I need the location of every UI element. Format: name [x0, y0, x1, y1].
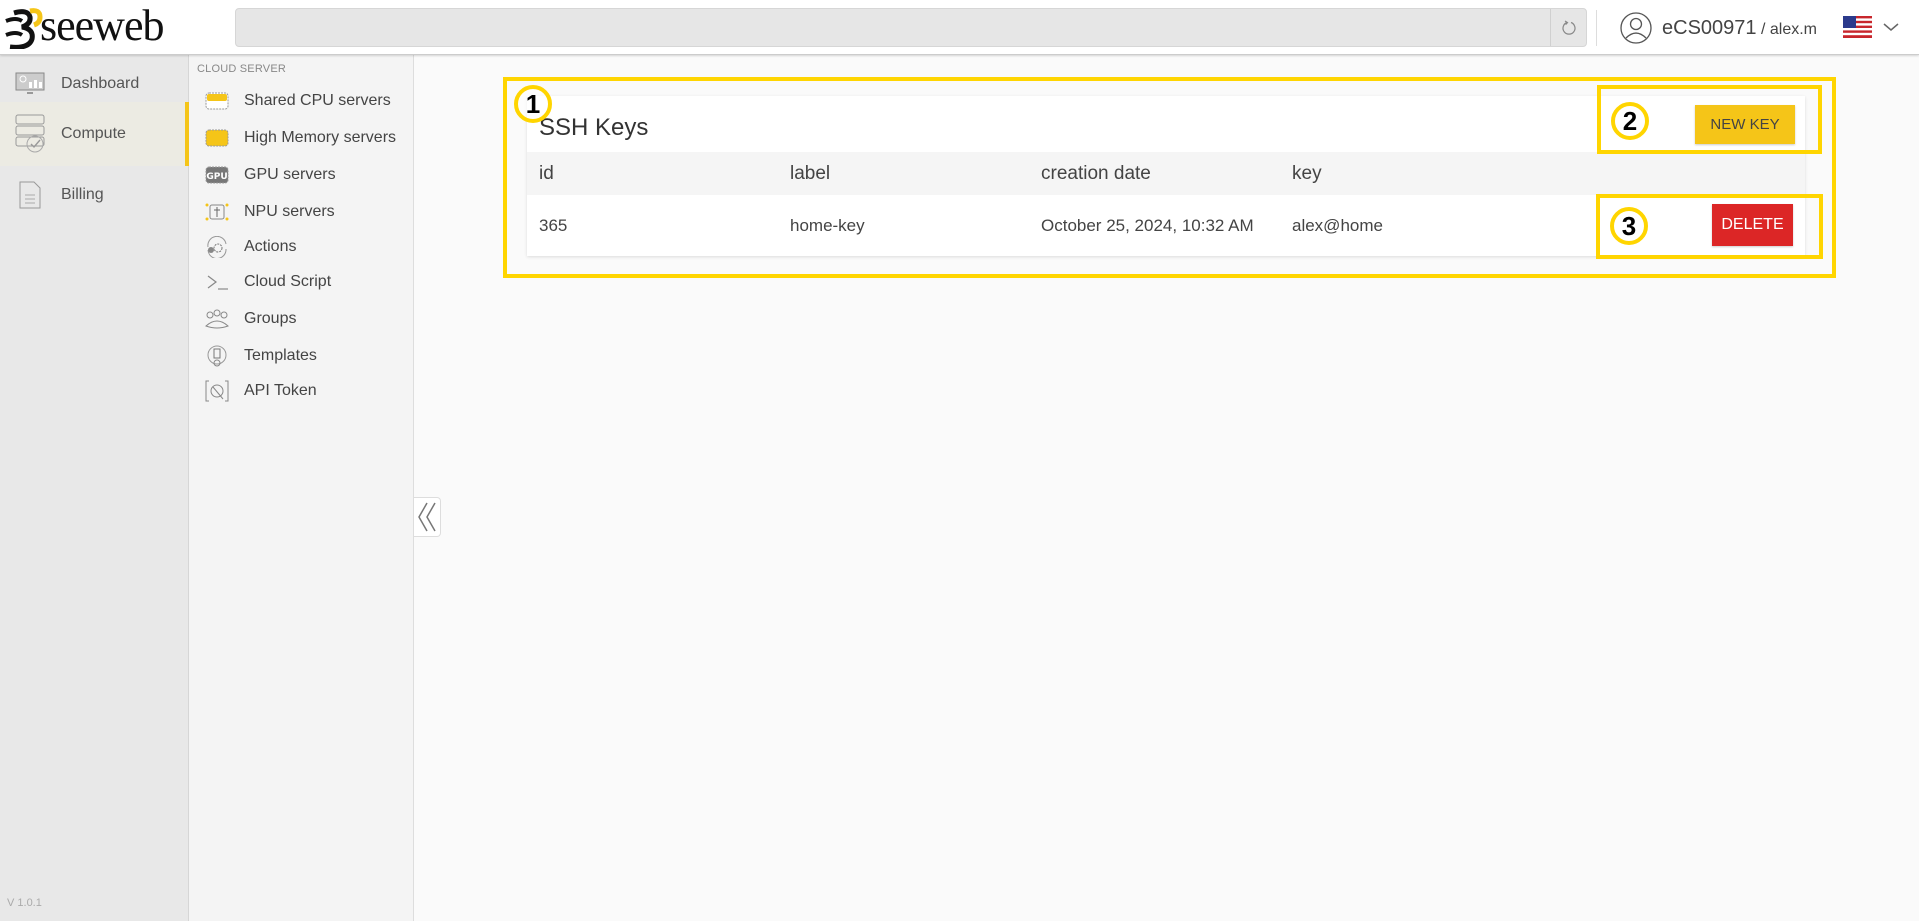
collapse-sidebar-button[interactable] [414, 497, 441, 537]
templates-icon [204, 344, 230, 368]
subnav-item-label: High Memory servers [244, 129, 397, 146]
search-bar[interactable] [235, 8, 1587, 47]
user-menu[interactable]: eCS00971 / alex.m [1620, 8, 1817, 48]
cell-id: 365 [539, 216, 568, 235]
sidebar-item-label: Compute [61, 125, 126, 142]
subnav-item-groups[interactable]: Groups [204, 304, 296, 334]
sidebar-item-label: Billing [61, 186, 104, 203]
subnav-item-shared-cpu[interactable]: Shared CPU servers [204, 86, 391, 116]
search-input[interactable] [236, 9, 1551, 46]
cell-label: home-key [790, 216, 865, 235]
sub-sidebar: CLOUD SERVER Shared CPU servers High Mem… [189, 55, 414, 921]
logo-mark-icon [5, 8, 43, 49]
table-row: 365 home-key October 25, 2024, 10:32 AM … [527, 195, 1805, 256]
subnav-item-label: NPU servers [244, 203, 335, 220]
double-chevron-left-icon [418, 502, 436, 532]
refresh-icon [1561, 19, 1576, 35]
subnav-item-templates[interactable]: Templates [204, 341, 317, 371]
subnav-item-label: API Token [244, 382, 317, 399]
sidebar-item-billing[interactable]: Billing [0, 166, 189, 224]
account-id: eCS00971 [1662, 16, 1757, 39]
actions-icon [204, 235, 230, 259]
npu-icon [204, 200, 230, 224]
cell-key: alex@home [1292, 216, 1383, 235]
compute-icon [15, 114, 45, 153]
column-header-creation-date: creation date [1041, 163, 1151, 184]
app-version: V 1.0.1 [7, 897, 42, 909]
subnav-item-api-token[interactable]: API Token [204, 376, 317, 406]
terminal-icon [204, 270, 230, 294]
svg-text:GPU: GPU [206, 172, 227, 182]
seeweb-logo[interactable]: seeweb [4, 1, 164, 50]
chevron-down-icon[interactable] [1882, 18, 1900, 36]
sidebar-item-label: Dashboard [61, 75, 140, 92]
subnav-item-label: Groups [244, 310, 297, 327]
main-sidebar: Dashboard Compute Billing V 1.0.1 [0, 55, 189, 921]
column-header-label: label [790, 163, 831, 184]
groups-icon [204, 307, 230, 331]
us-flag-icon[interactable] [1843, 16, 1872, 38]
page-title: SSH Keys [539, 114, 649, 141]
shared-cpu-icon [204, 89, 230, 113]
top-bar: seeweb eCS00971 / alex.m [0, 0, 1919, 55]
table-header: id label creation date key [527, 152, 1805, 195]
refresh-button[interactable] [1550, 9, 1586, 46]
sidebar-item-compute[interactable]: Compute [0, 102, 189, 166]
new-key-button[interactable]: NEW KEY [1695, 105, 1795, 144]
username: / alex.m [1756, 20, 1817, 38]
section-heading: CLOUD SERVER [197, 63, 286, 75]
subnav-item-gpu[interactable]: GPU GPU servers [204, 160, 336, 190]
delete-button[interactable]: DELETE [1712, 204, 1793, 246]
ssh-keys-card: SSH Keys NEW KEY id label creation date … [527, 96, 1805, 256]
top-divider [1596, 10, 1597, 46]
subnav-item-actions[interactable]: Actions [204, 232, 296, 262]
dashboard-icon [15, 69, 45, 99]
logo-text: seeweb [40, 1, 164, 50]
column-header-key: key [1292, 163, 1322, 184]
subnav-item-cloud-script[interactable]: Cloud Script [204, 267, 331, 297]
subnav-item-npu[interactable]: NPU servers [204, 197, 335, 227]
column-header-id: id [539, 163, 554, 184]
user-avatar-icon [1620, 12, 1652, 44]
subnav-item-label: Actions [244, 238, 297, 255]
cell-creation-date: October 25, 2024, 10:32 AM [1041, 216, 1254, 235]
subnav-item-label: GPU servers [244, 166, 336, 183]
gpu-icon: GPU [204, 163, 230, 187]
high-memory-icon [204, 126, 230, 150]
subnav-item-label: Templates [244, 347, 317, 364]
billing-icon [15, 180, 45, 210]
subnav-item-high-memory[interactable]: High Memory servers [204, 123, 396, 153]
subnav-item-label: Cloud Script [244, 273, 332, 290]
subnav-item-label: Shared CPU servers [244, 92, 391, 109]
api-token-icon [204, 379, 230, 403]
